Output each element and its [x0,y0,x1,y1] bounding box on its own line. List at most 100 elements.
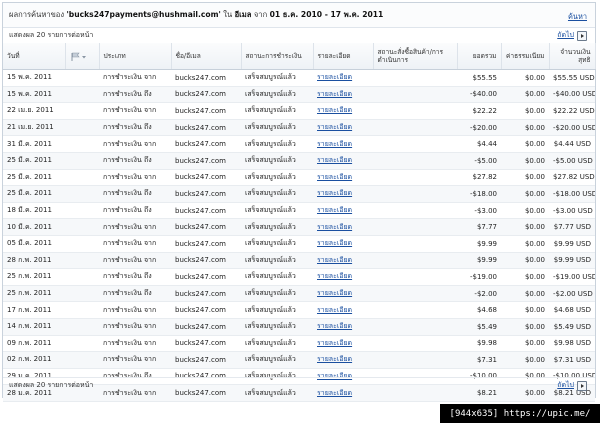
row-flag[interactable] [65,202,99,220]
table-row[interactable]: 18 มี.ค. 2011 การชำระเงิน ถึง bucks247.com… [3,202,595,220]
table-row[interactable]: 09 ก.พ. 2011 การชำระเงิน จาก bucks247.com เ… [3,335,595,353]
table-row[interactable]: 17 ก.พ. 2011 การชำระเงิน จาก bucks247.com เ… [3,301,595,319]
next-page-link[interactable]: ถัดไป [557,30,574,41]
table-row[interactable]: 14 ก.พ. 2011 การชำระเงิน จาก bucks247.com เ… [3,318,595,336]
row-details-link[interactable]: รายละเอียด [317,239,352,247]
table-row[interactable]: 25 ก.พ. 2011 การชำระเงิน ถึง bucks247.com เ… [3,285,595,303]
row-flag[interactable] [65,185,99,203]
next-arrow-icon[interactable] [577,380,587,391]
table-row[interactable]: 15 พ.ค. 2011 การชำระเงิน จาก bucks247.com เ… [3,69,595,87]
col-name[interactable]: ชื่อ/อีเมล [171,43,242,70]
row-flag[interactable] [65,335,99,353]
row-fee: $0.00 [501,119,549,137]
row-details-link[interactable]: รายละเอียด [317,156,352,164]
row-fee: $0.00 [501,202,549,220]
col-date[interactable]: วันที่ [3,43,66,70]
transactions-body: 15 พ.ค. 2011 การชำระเงิน จาก bucks247.com เ… [3,69,595,402]
row-order-status [373,335,457,353]
row-flag[interactable] [65,135,99,153]
row-details-link[interactable]: รายละเอียด [317,206,352,214]
row-type: การชำระเงิน จาก [99,235,171,253]
row-flag[interactable] [65,69,99,87]
table-header-row: วันที่ ประเภท ชื่อ/อีเมล สถานะการชำระเงิ… [3,43,596,70]
table-row[interactable]: 10 มี.ค. 2011 การชำระเงิน จาก bucks247.com… [3,218,595,236]
row-date: 25 มี.ค. 2011 [3,152,65,170]
row-date: 21 เม.ย. 2011 [3,119,65,137]
col-order-status[interactable]: สถานะสั่งซื้อสินค้า/การดำเนินการ [373,43,458,70]
row-date: 28 ก.พ. 2011 [3,252,65,270]
row-details-link[interactable]: รายละเอียด [317,123,352,131]
col-net[interactable]: จำนวนเงินสุทธิ [549,43,596,70]
row-gross: $55.55 [457,69,501,87]
row-flag[interactable] [65,119,99,137]
table-row[interactable]: 21 เม.ย. 2011 การชำระเงิน ถึง bucks247.com… [3,119,595,137]
row-type: การชำระเงิน ถึง [99,285,171,303]
row-order-status [373,102,457,120]
row-details-link[interactable]: รายละเอียด [317,306,352,314]
row-status: เสร็จสมบูรณ์แล้ว [241,135,313,153]
row-name: bucks247.com [171,152,241,170]
search-scope: อีเมล [234,10,252,19]
col-fee[interactable]: ค่าธรรมเนียม [501,43,550,70]
row-details-link[interactable]: รายละเอียด [317,90,352,98]
row-details-link[interactable]: รายละเอียด [317,322,352,330]
row-date: 17 ก.พ. 2011 [3,301,65,319]
pager-bottom: แสดงผล 20 รายการต่อหน้า ถัดไป [3,377,595,392]
row-details-link[interactable]: รายละเอียด [317,355,352,363]
row-date: 22 เม.ย. 2011 [3,102,65,120]
row-details-link[interactable]: รายละเอียด [317,73,352,81]
col-details[interactable]: รายละเอียด [313,43,374,70]
row-flag[interactable] [65,268,99,286]
row-details-link[interactable]: รายละเอียด [317,189,352,197]
table-row[interactable]: 25 มี.ค. 2011 การชำระเงิน จาก bucks247.com… [3,169,595,187]
row-flag[interactable] [65,285,99,303]
row-order-status [373,252,457,270]
col-status[interactable]: สถานะการชำระเงิน [241,43,314,70]
row-net: $4.68 USD [549,301,595,319]
row-order-status [373,202,457,220]
next-page-link-bottom[interactable]: ถัดไป [557,380,574,391]
row-flag[interactable] [65,235,99,253]
row-flag[interactable] [65,252,99,270]
row-fee: $0.00 [501,252,549,270]
row-details-link[interactable]: รายละเอียด [317,140,352,148]
row-type: การชำระเงิน จาก [99,351,171,369]
row-details-cell: รายละเอียด [313,169,373,187]
table-row[interactable]: 02 ก.พ. 2011 การชำระเงิน จาก bucks247.com เ… [3,351,595,369]
table-row[interactable]: 28 ก.พ. 2011 การชำระเงิน จาก bucks247.com เ… [3,252,595,270]
row-flag[interactable] [65,351,99,369]
col-gross[interactable]: ยอดรวม [457,43,502,70]
search-results-panel: ผลการค้นหาของ 'bucks247payments@hushmail… [2,2,596,402]
table-row[interactable]: 25 ก.พ. 2011 การชำระเงิน ถึง bucks247.com เ… [3,268,595,286]
chevron-down-icon [81,55,86,58]
per-page-label: แสดงผล 20 รายการต่อหน้า [9,30,94,39]
row-flag[interactable] [65,218,99,236]
row-details-link[interactable]: รายละเอียด [317,339,352,347]
row-flag[interactable] [65,102,99,120]
table-row[interactable]: 22 เม.ย. 2011 การชำระเงิน จาก bucks247.com… [3,102,595,120]
row-order-status [373,268,457,286]
row-flag[interactable] [65,86,99,104]
row-details-link[interactable]: รายละเอียด [317,272,352,280]
row-flag[interactable] [65,318,99,336]
next-arrow-icon[interactable] [577,30,587,41]
table-row[interactable]: 15 พ.ค. 2011 การชำระเงิน ถึง bucks247.com เ… [3,86,595,104]
col-type[interactable]: ประเภท [99,43,172,70]
table-row[interactable]: 25 มี.ค. 2011 การชำระเงิน ถึง bucks247.com… [3,152,595,170]
row-details-link[interactable]: รายละเอียด [317,256,352,264]
row-details-link[interactable]: รายละเอียด [317,106,352,114]
row-net: $7.77 USD [549,218,595,236]
col-flag[interactable] [65,43,100,70]
row-flag[interactable] [65,301,99,319]
row-flag[interactable] [65,169,99,187]
row-type: การชำระเงิน จาก [99,335,171,353]
row-details-link[interactable]: รายละเอียด [317,223,352,231]
search-link[interactable]: ค้นหา [568,11,587,23]
row-flag[interactable] [65,152,99,170]
table-row[interactable]: 25 มี.ค. 2011 การชำระเงิน ถึง bucks247.com… [3,185,595,203]
table-row[interactable]: 31 มี.ค. 2011 การชำระเงิน จาก bucks247.com… [3,135,595,153]
row-details-link[interactable]: รายละเอียด [317,173,352,181]
flag-icon[interactable] [70,52,88,61]
table-row[interactable]: 05 มี.ค. 2011 การชำระเงิน จาก bucks247.com… [3,235,595,253]
row-details-link[interactable]: รายละเอียด [317,289,352,297]
